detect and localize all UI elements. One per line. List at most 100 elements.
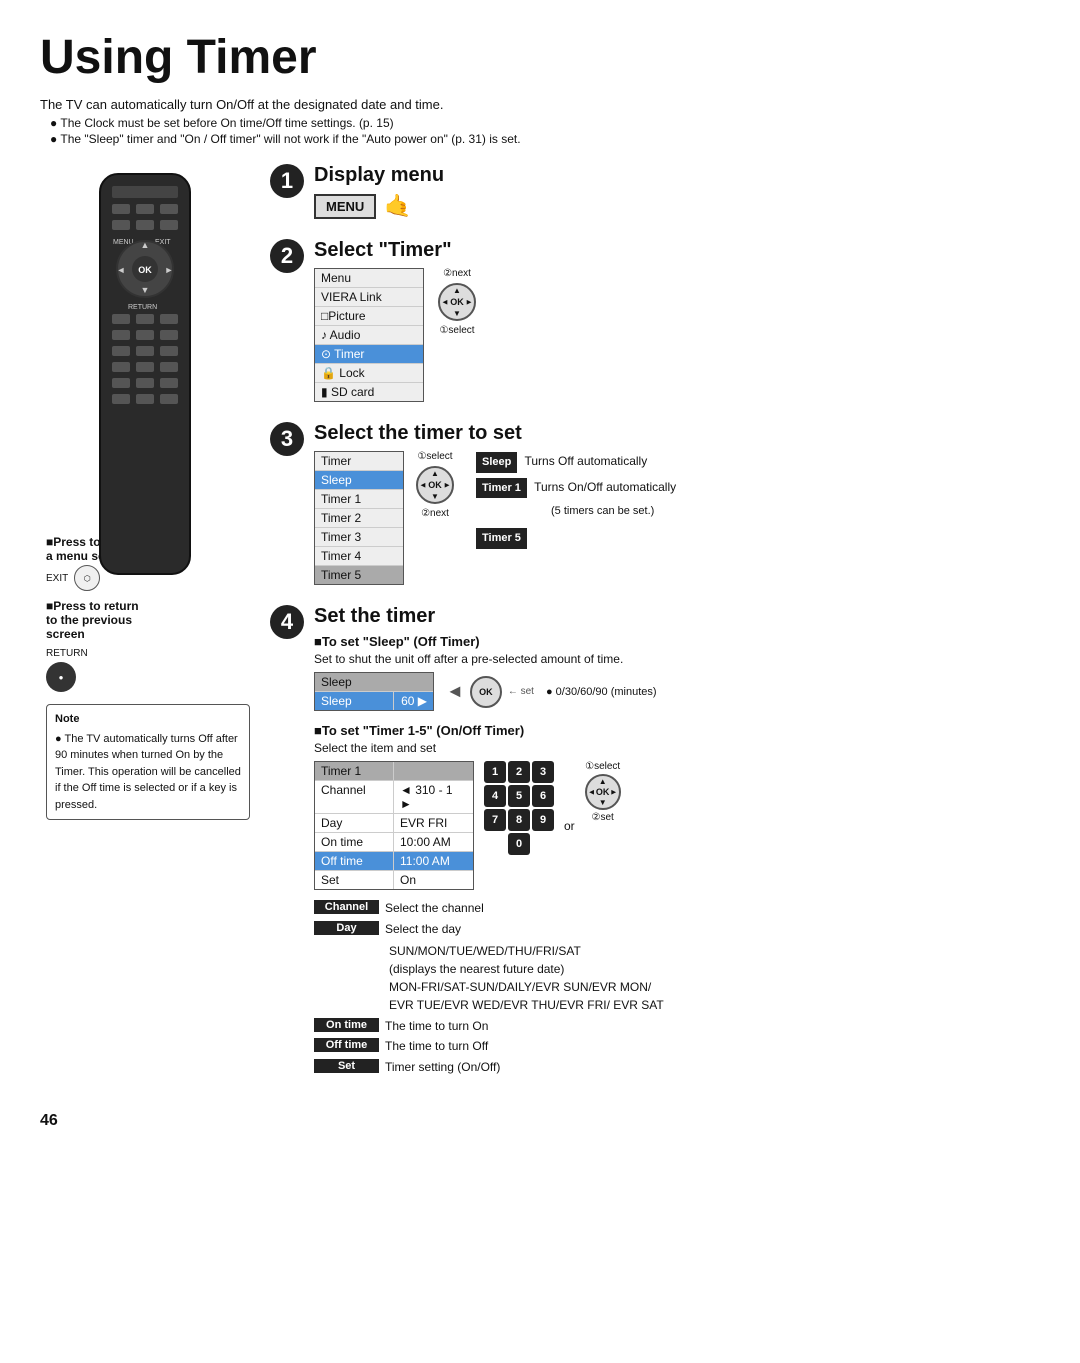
step-3-circle: 3	[270, 422, 304, 456]
num-4[interactable]: 4	[484, 785, 506, 807]
ontime-badge: On time	[314, 1018, 379, 1032]
offtime-badge: Off time	[314, 1038, 379, 1052]
remote-control: MENU EXIT OK ▲ ▼ ◄ ► RETURN	[80, 164, 210, 587]
ok-timer1[interactable]: ▲ ▼ ◄ ► OK	[585, 774, 621, 810]
timer1-channel-label: Channel	[315, 781, 393, 813]
step-2-select-label: ①select	[439, 325, 474, 336]
day-desc: Select the day	[385, 921, 461, 938]
intro-main: The TV can automatically turn On/Off at …	[40, 97, 1040, 112]
bottom-info: Channel Select the channel Day Select th…	[314, 900, 1040, 1076]
timer1-offtime-label: Off time	[315, 852, 393, 870]
timer-item-timer: Timer	[315, 452, 403, 471]
menu-item-audio: ♪ Audio	[315, 326, 423, 345]
sleep-section-title: ■To set "Sleep" (Off Timer)	[314, 634, 1040, 649]
step-3-select-label: ①select	[417, 451, 452, 462]
num-9[interactable]: 9	[532, 809, 554, 831]
menu-item-sd: ▮ SD card	[315, 383, 423, 401]
timer5-badge: Timer 5	[476, 528, 527, 549]
sleep-row-label: Sleep	[315, 692, 393, 710]
timer1-channel-val: ◄ 310 - 1 ►	[393, 781, 473, 813]
svg-text:►: ►	[165, 265, 174, 275]
sleep-table: Sleep Sleep 60 ▶	[314, 672, 434, 711]
day-details: SUN/MON/TUE/WED/THU/FRI/SAT (displays th…	[389, 942, 1040, 1014]
timer1-table: Timer 1 Channel ◄ 310 - 1 ► Day EVR FRI	[314, 761, 474, 890]
timer-item-4: Timer 4	[315, 547, 403, 566]
timer1-set-label: Set	[315, 871, 393, 889]
svg-text:OK: OK	[138, 265, 152, 275]
exit-label-text: EXIT	[46, 573, 68, 584]
step-2-next-label: ②next	[443, 268, 471, 279]
num-8[interactable]: 8	[508, 809, 530, 831]
step-1-circle: 1	[270, 164, 304, 198]
step-4-block: 4 Set the timer ■To set "Sleep" (Off Tim…	[270, 605, 1040, 1080]
numpad: 1 2 3 4 5 6 7 8 9 0	[484, 761, 554, 855]
timer-item-sleep: Sleep	[315, 471, 403, 490]
bullet-2: The "Sleep" timer and "On / Off timer" w…	[50, 132, 1040, 146]
ok-circle-step3[interactable]: ▲ ▼ ◄ ► OK	[416, 466, 454, 504]
step-1-title: Display menu	[314, 164, 1040, 187]
timer1-set-val: On	[393, 871, 473, 889]
step-3-block: 3 Select the timer to set Timer Sleep Ti…	[270, 422, 1040, 585]
step-3-timer-list: Timer Sleep Timer 1 Timer 2 Timer 3 Time…	[314, 451, 404, 585]
ok-circle-step2[interactable]: ▲ ▼ ◄ ► OK	[438, 283, 476, 321]
timer-item-2: Timer 2	[315, 509, 403, 528]
return-button[interactable]: ●	[46, 662, 76, 692]
info-day: Day Select the day	[314, 921, 1040, 938]
numpad-wrap: 1 2 3 4 5 6 7 8 9 0	[484, 761, 554, 855]
timer1-ontime-val: 10:00 AM	[393, 833, 473, 851]
num-2[interactable]: 2	[508, 761, 530, 783]
svg-text:▼: ▼	[141, 285, 150, 295]
step-3-next-label: ②next	[421, 508, 449, 519]
page-title: Using Timer	[40, 30, 1040, 85]
timer1-set-nav-label: ②set	[592, 812, 614, 823]
left-arrow-sleep: ◄	[446, 681, 464, 702]
ontime-desc: The time to turn On	[385, 1018, 488, 1035]
num-7[interactable]: 7	[484, 809, 506, 831]
ok-sleep[interactable]: OK	[470, 676, 502, 708]
menu-button-label: MENU	[326, 199, 364, 214]
step-2-block: 2 Select "Timer" Menu VIERA Link □Pictur…	[270, 239, 1040, 402]
step-4-circle: 4	[270, 605, 304, 639]
menu-item-viera: VIERA Link	[315, 288, 423, 307]
timer1-nav: ①select ▲ ▼ ◄ ► OK ②set	[585, 761, 621, 823]
timer-item-1: Timer 1	[315, 490, 403, 509]
bullet-1: The Clock must be set before On time/Off…	[50, 116, 1040, 130]
info-offtime: Off time The time to turn Off	[314, 1038, 1040, 1055]
set-desc: Timer setting (On/Off)	[385, 1059, 500, 1076]
step-3-nav: ①select ▲ ▼ ◄ ► OK ②next	[416, 451, 454, 519]
timer1-note: (5 timers can be set.)	[551, 502, 676, 521]
menu-hand-icon: 🤙	[384, 193, 411, 219]
info-set: Set Timer setting (On/Off)	[314, 1059, 1040, 1076]
timer1-badge: Timer 1	[476, 478, 527, 499]
step-3-title: Select the timer to set	[314, 422, 1040, 445]
step-4-title: Set the timer	[314, 605, 1040, 628]
sleep-row-val: 60 ▶	[393, 692, 433, 710]
timer1-ontime-label: On time	[315, 833, 393, 851]
step-2-menu-list: Menu VIERA Link □Picture ♪ Audio ⊙ Timer…	[314, 268, 424, 402]
svg-text:▲: ▲	[141, 240, 150, 250]
menu-button-display: MENU	[314, 194, 376, 219]
timer1-offtime-val: 11:00 AM	[393, 852, 473, 870]
note-text: ● The TV automatically turns Off after 9…	[55, 731, 241, 814]
timer1-header: Timer 1	[315, 762, 393, 780]
sleep-desc: Turns Off automatically	[524, 454, 647, 468]
set-badge: Set	[314, 1059, 379, 1073]
timer-item-5: Timer 5	[315, 566, 403, 584]
num-0[interactable]: 0	[508, 833, 530, 855]
num-1[interactable]: 1	[484, 761, 506, 783]
channel-desc: Select the channel	[385, 900, 484, 917]
step-1-block: 1 Display menu MENU 🤙	[270, 164, 1040, 219]
return-label-text: RETURN	[46, 648, 88, 659]
press-return-label: ■Press to returnto the previousscreen	[46, 599, 250, 641]
num-3[interactable]: 3	[532, 761, 554, 783]
step-2-title: Select "Timer"	[314, 239, 1040, 262]
svg-text:◄: ◄	[117, 265, 126, 275]
day-badge: Day	[314, 921, 379, 935]
num-5[interactable]: 5	[508, 785, 530, 807]
menu-item-timer: ⊙ Timer	[315, 345, 423, 364]
svg-text:RETURN: RETURN	[128, 304, 157, 311]
timer1-day-label: Day	[315, 814, 393, 832]
num-6[interactable]: 6	[532, 785, 554, 807]
menu-item-menu: Menu	[315, 269, 423, 288]
sleep-section-desc: Set to shut the unit off after a pre-sel…	[314, 652, 1040, 666]
